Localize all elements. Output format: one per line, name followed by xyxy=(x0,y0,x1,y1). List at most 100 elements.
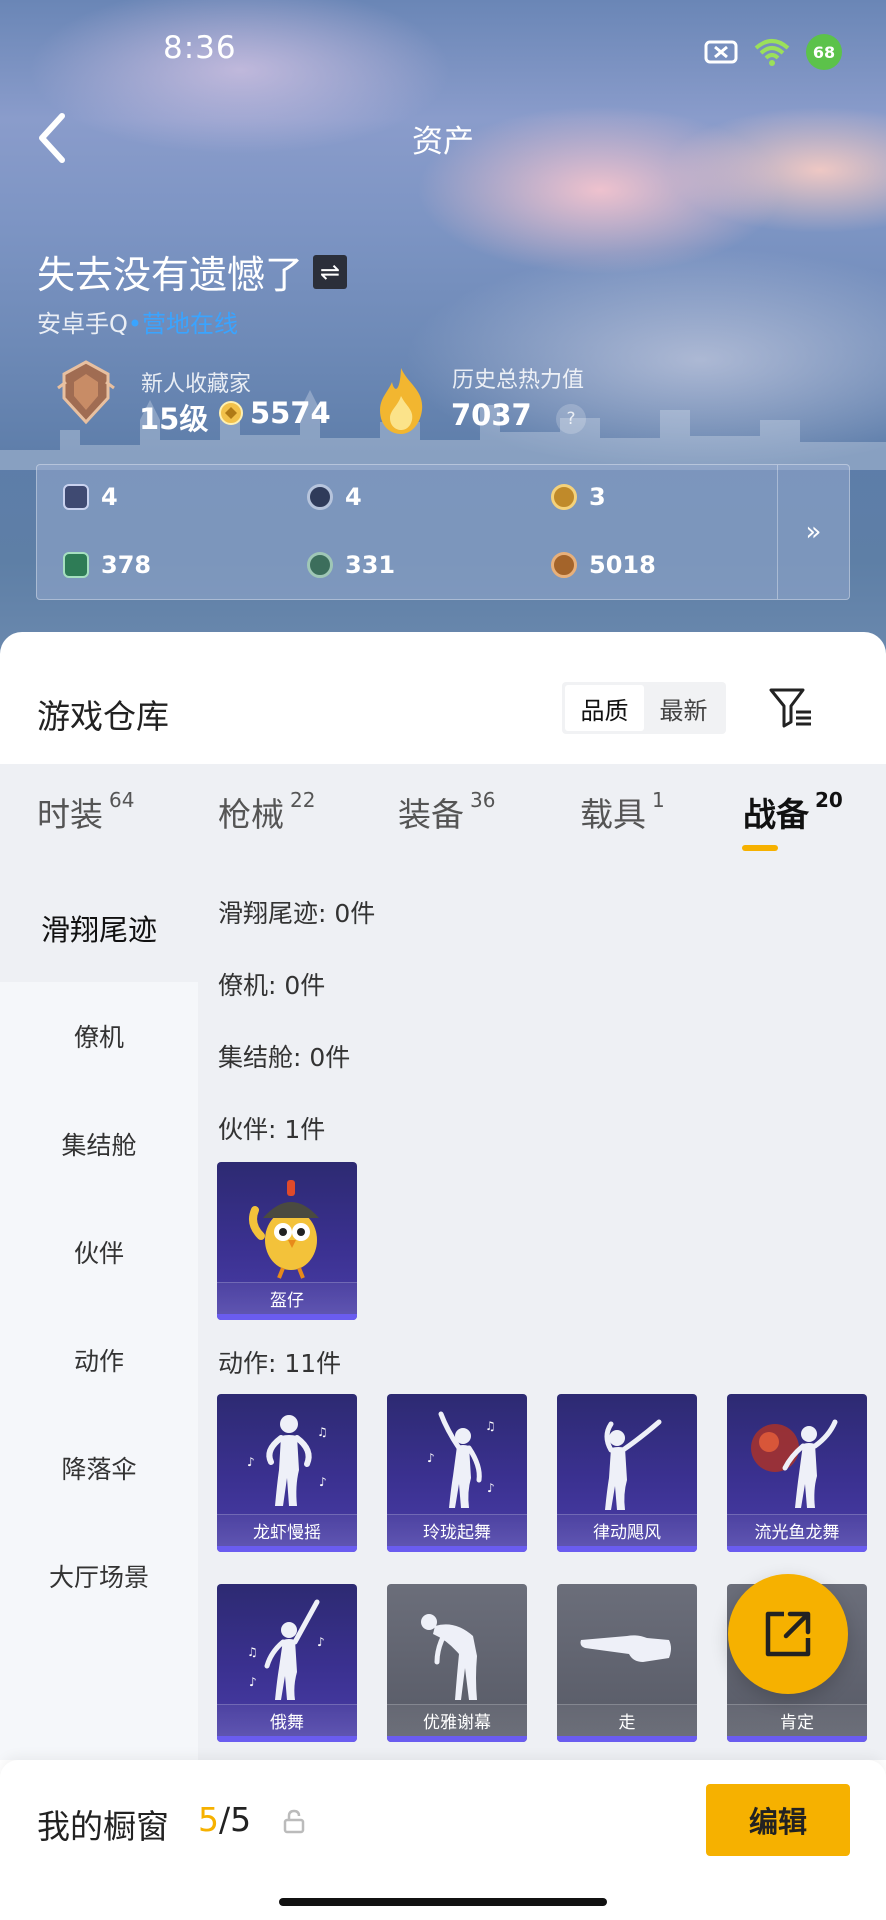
quality-bar xyxy=(727,1736,867,1742)
quality-bar xyxy=(387,1736,527,1742)
resource-item: 5018 xyxy=(551,551,656,579)
external-share-icon xyxy=(765,1611,811,1657)
collector-coin-icon xyxy=(219,401,243,425)
sidebar-item-emote[interactable]: 动作 xyxy=(0,1306,198,1414)
item-card-emote[interactable]: 优雅谢幕 xyxy=(387,1584,527,1742)
dancer-dragon-image xyxy=(751,1419,838,1508)
coin-value: 5574 xyxy=(250,396,331,430)
platform-status: 安卓手Q•营地在线 xyxy=(37,304,238,339)
sort-latest-button[interactable]: 最新 xyxy=(644,685,723,731)
dancer-figure-image: ♪ ♫ ♪ xyxy=(247,1415,328,1506)
item-name: 盔仔 xyxy=(217,1282,357,1314)
platform-label: 安卓手Q xyxy=(37,310,128,338)
quality-bar xyxy=(387,1546,527,1552)
showcase-count: 5/5 xyxy=(198,1800,252,1839)
tab-vehicles[interactable]: 载具 1 xyxy=(580,788,665,836)
heat-flame-icon xyxy=(380,368,423,434)
share-button[interactable] xyxy=(728,1574,848,1694)
resource-item: 3 xyxy=(551,483,606,511)
token-icon xyxy=(307,484,333,510)
showcase-title: 我的橱窗 xyxy=(37,1807,169,1846)
resource-item: 331 xyxy=(307,551,395,579)
item-card-emote[interactable]: 流光鱼龙舞 xyxy=(727,1394,867,1552)
warehouse-title: 游戏仓库 xyxy=(37,697,169,736)
section-partner: 伙伴: 1件 xyxy=(218,1115,326,1144)
status-time: 8:36 xyxy=(163,30,237,66)
green-coin-icon xyxy=(307,552,333,578)
gold-badge-icon xyxy=(551,484,577,510)
section-glide-trail: 滑翔尾迹: 0件 xyxy=(218,899,376,928)
user-name: 失去没有遗憾了 xyxy=(37,253,304,297)
tab-weapons[interactable]: 枪械 22 xyxy=(218,788,315,836)
help-icon[interactable]: ? xyxy=(556,404,586,434)
resources-more-button[interactable]: » xyxy=(777,465,849,599)
svg-text:♫: ♫ xyxy=(317,1425,328,1439)
item-name: 流光鱼龙舞 xyxy=(727,1514,867,1546)
wifi-icon xyxy=(754,39,790,66)
svg-text:♫: ♫ xyxy=(247,1645,258,1659)
tab-fashion[interactable]: 时装 64 xyxy=(37,788,134,836)
sidebar: 滑翔尾迹 僚机 集结舱 伙伴 动作 降落伞 大厅场景 xyxy=(0,874,198,1760)
item-card-partner[interactable]: 盔仔 xyxy=(217,1162,357,1320)
svg-text:♪: ♪ xyxy=(427,1451,435,1465)
quality-bar xyxy=(557,1736,697,1742)
resource-item: 4 xyxy=(307,483,362,511)
sidebar-item-partner[interactable]: 伙伴 xyxy=(0,1198,198,1306)
sidebar-item-lobby-scene[interactable]: 大厅场景 xyxy=(0,1522,198,1630)
lock-icon xyxy=(283,1809,305,1834)
heat-label: 历史总热力值 xyxy=(452,368,585,393)
sort-quality-button[interactable]: 品质 xyxy=(565,685,644,731)
resource-item: 4 xyxy=(63,483,118,511)
svg-text:♫: ♫ xyxy=(485,1419,496,1433)
bowing-figure-image xyxy=(421,1614,477,1700)
quality-bar xyxy=(217,1314,357,1320)
svg-text:♪: ♪ xyxy=(319,1475,327,1489)
item-card-emote[interactable]: 律动飓风 xyxy=(557,1394,697,1552)
heat-value: 7037 xyxy=(451,398,532,432)
section-emote: 动作: 11件 xyxy=(218,1349,342,1378)
svg-text:♪: ♪ xyxy=(317,1635,325,1649)
section-rally-pod: 集结舱: 0件 xyxy=(218,1043,351,1072)
quality-bar xyxy=(557,1546,697,1552)
item-name: 龙虾慢摇 xyxy=(217,1514,357,1546)
pointing-hand-image xyxy=(580,1635,671,1662)
item-card-emote[interactable]: ♫ ♪ ♪ 俄舞 xyxy=(217,1584,357,1742)
quality-bar xyxy=(217,1736,357,1742)
city-skyline xyxy=(0,390,886,470)
battery-indicator: 68 xyxy=(806,34,842,70)
tab-equipment[interactable]: 装备 36 xyxy=(398,788,495,836)
page-title: 资产 xyxy=(412,124,474,160)
sidebar-item-parachute[interactable]: 降落伞 xyxy=(0,1414,198,1522)
online-status: 营地在线 xyxy=(142,310,239,338)
helmet-chick-image xyxy=(249,1180,319,1279)
switch-account-icon[interactable]: ⇌ xyxy=(313,254,348,289)
user-name-row: 失去没有遗憾了 ⇌ xyxy=(37,244,348,299)
sidebar-item-rally-pod[interactable]: 集结舱 xyxy=(0,1090,198,1198)
home-indicator[interactable] xyxy=(279,1898,607,1906)
active-tab-indicator xyxy=(742,845,778,851)
item-card-emote[interactable]: ♪ ♫ ♪ 玲珑起舞 xyxy=(387,1394,527,1552)
status-icons: 68 xyxy=(704,34,842,70)
green-card-icon xyxy=(63,552,89,578)
card-icon xyxy=(63,484,89,510)
item-name: 律动飓风 xyxy=(557,1514,697,1546)
collector-rank-icon xyxy=(57,360,115,425)
quality-bar xyxy=(217,1546,357,1552)
section-wingman: 僚机: 0件 xyxy=(218,971,326,1000)
sidebar-item-glide-trail[interactable]: 滑翔尾迹 xyxy=(0,874,198,982)
dancer-figure-image: ♪ ♫ ♪ xyxy=(427,1411,496,1508)
item-name: 俄舞 xyxy=(217,1704,357,1736)
item-name: 玲珑起舞 xyxy=(387,1514,527,1546)
edit-button[interactable]: 编辑 xyxy=(706,1784,850,1856)
no-sim-icon xyxy=(704,40,738,64)
tab-battle-gear[interactable]: 战备 20 xyxy=(743,788,843,836)
resource-panel[interactable]: 4 4 3 378 331 5018 » xyxy=(36,464,850,600)
dancer-figure-image: ♫ ♪ ♪ xyxy=(247,1599,325,1700)
sidebar-item-wingman[interactable]: 僚机 xyxy=(0,982,198,1090)
item-card-emote[interactable]: ♪ ♫ ♪ 龙虾慢摇 xyxy=(217,1394,357,1552)
bronze-coin-icon xyxy=(551,552,577,578)
quality-bar xyxy=(727,1546,867,1552)
item-card-emote[interactable]: 走 xyxy=(557,1584,697,1742)
item-name: 肯定 xyxy=(727,1704,867,1736)
filter-icon[interactable] xyxy=(768,686,814,730)
